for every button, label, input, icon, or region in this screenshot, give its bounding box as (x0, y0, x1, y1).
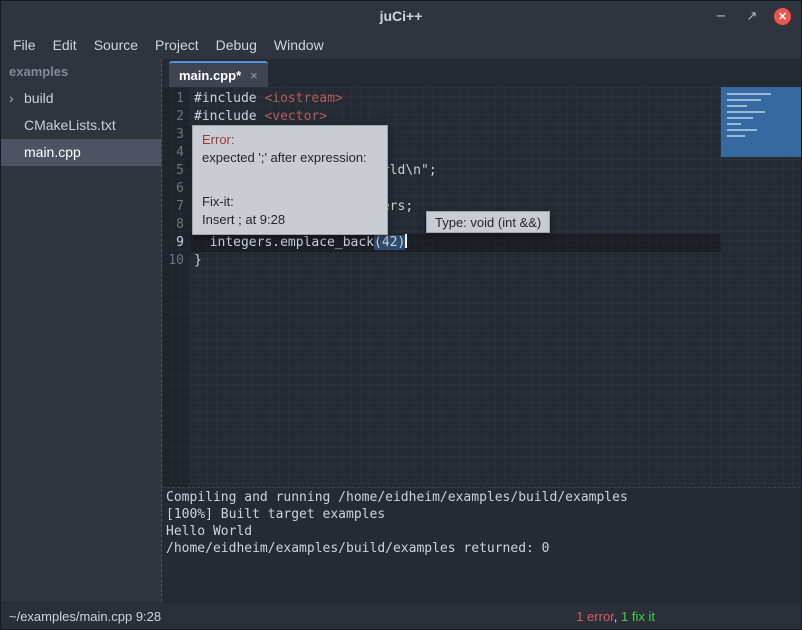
code-line-10[interactable]: } (190, 252, 721, 270)
terminal-output[interactable]: Compiling and running /home/eidheim/exam… (162, 487, 801, 602)
close-button[interactable]: × (774, 8, 791, 25)
line-number: 7 (162, 198, 190, 216)
file-label: main.cpp (24, 144, 81, 160)
code-line-2[interactable]: #include <vector> (190, 108, 721, 126)
text-cursor (405, 234, 407, 248)
menu-item-edit[interactable]: Edit (53, 37, 77, 53)
line-number: 2 (162, 108, 190, 126)
line-number: 9 (162, 234, 190, 252)
chevron-right-icon: › (9, 85, 14, 112)
close-icon: × (777, 9, 787, 23)
tooltip-error-title: Error: (202, 131, 378, 149)
menu-item-debug[interactable]: Debug (216, 37, 257, 53)
minimap-line (727, 111, 765, 113)
status-error-count: 1 error (576, 609, 614, 624)
menu-item-window[interactable]: Window (274, 37, 324, 53)
minimap-line (727, 117, 753, 119)
terminal-line: Compiling and running /home/eidheim/exam… (166, 489, 801, 506)
code-token: <vector> (264, 109, 327, 124)
file-label: CMakeLists.txt (24, 117, 116, 133)
code-token: integers.emplace_back (194, 235, 374, 250)
tab-label: main.cpp* (179, 68, 241, 83)
project-name-header: examples (1, 59, 161, 85)
status-diagnostics: 1 error, 1 fix it (576, 609, 655, 624)
menubar: File Edit Source Project Debug Window (1, 31, 801, 59)
type-tooltip-text: Type: void (int &&) (435, 215, 541, 230)
status-file-location: ~/examples/main.cpp 9:28 (9, 609, 161, 624)
code-token: ; (429, 163, 437, 178)
editor: 12345678910 #include <iostream>#include … (162, 87, 801, 487)
code-token: } (194, 253, 202, 268)
tabbar: main.cpp* × (162, 59, 801, 87)
tooltip-spacer (202, 167, 378, 193)
main-area: examples › build CMakeLists.txt main.cpp ma… (1, 59, 801, 602)
sidebar-item-build[interactable]: › build (1, 85, 161, 112)
file-tree-sidebar: examples › build CMakeLists.txt main.cpp (1, 59, 161, 602)
tooltip-error-message: expected ';' after expression: (202, 149, 378, 167)
code-token: #include (194, 109, 264, 124)
statusbar: ~/examples/main.cpp 9:28 1 error, 1 fix … (1, 602, 801, 629)
minimap-line (727, 99, 761, 101)
minimize-icon: − (716, 9, 727, 24)
titlebar[interactable]: juCi++ − ↗ × (1, 1, 801, 31)
minimap-column (721, 87, 801, 487)
minimize-button[interactable]: − (712, 7, 730, 25)
terminal-line: [100%] Built target examples (166, 506, 801, 523)
minimap-line (727, 105, 747, 107)
window-controls: − ↗ × (712, 7, 801, 25)
line-number: 8 (162, 216, 190, 234)
editor-pane: main.cpp* × 12345678910 #include <iostre… (161, 59, 801, 602)
terminal-line: /home/eidheim/examples/build/examples re… (166, 540, 801, 557)
code-token: <iostream> (264, 91, 342, 106)
code-token: (42) (374, 235, 405, 250)
minimap-line (727, 129, 757, 131)
minimap-line (727, 135, 745, 137)
source-overview-map[interactable] (721, 87, 801, 157)
line-number: 1 (162, 90, 190, 108)
status-separator: , (614, 609, 621, 624)
code-line-1[interactable]: #include <iostream> (190, 90, 721, 108)
diagnostic-tooltip: Error: expected ';' after expression: Fi… (192, 125, 388, 235)
type-tooltip: Type: void (int &&) (426, 211, 550, 233)
line-number: 4 (162, 144, 190, 162)
minimap-line (727, 93, 771, 95)
menu-item-file[interactable]: File (13, 37, 36, 53)
sidebar-item-main-cpp[interactable]: main.cpp (1, 139, 161, 166)
restore-icon: ↗ (747, 9, 758, 24)
line-number: 3 (162, 126, 190, 144)
code-line-9[interactable]: integers.emplace_back(42) (190, 234, 721, 252)
minimap-line (727, 123, 741, 125)
line-number: 6 (162, 180, 190, 198)
menu-item-source[interactable]: Source (94, 37, 138, 53)
status-fixit-count: 1 fix it (621, 609, 655, 624)
restore-button[interactable]: ↗ (743, 7, 761, 25)
file-label: build (24, 90, 54, 106)
app-window: juCi++ − ↗ × File Edit Source Project Debug W… (0, 0, 802, 630)
line-number-gutter: 12345678910 (162, 87, 190, 487)
tooltip-fixit-title: Fix-it: (202, 193, 378, 211)
tab-main-cpp[interactable]: main.cpp* × (169, 61, 268, 87)
terminal-line: Hello World (166, 523, 801, 540)
tab-close-icon[interactable]: × (250, 68, 258, 83)
sidebar-item-cmakelists-txt[interactable]: CMakeLists.txt (1, 112, 161, 139)
file-tree: › build CMakeLists.txt main.cpp (1, 85, 161, 166)
menu-item-project[interactable]: Project (155, 37, 199, 53)
window-title: juCi++ (1, 8, 801, 24)
tooltip-fixit-message: Insert ; at 9:28 (202, 211, 378, 229)
line-number: 5 (162, 162, 190, 180)
line-number: 10 (162, 252, 190, 270)
code-token: #include (194, 91, 264, 106)
